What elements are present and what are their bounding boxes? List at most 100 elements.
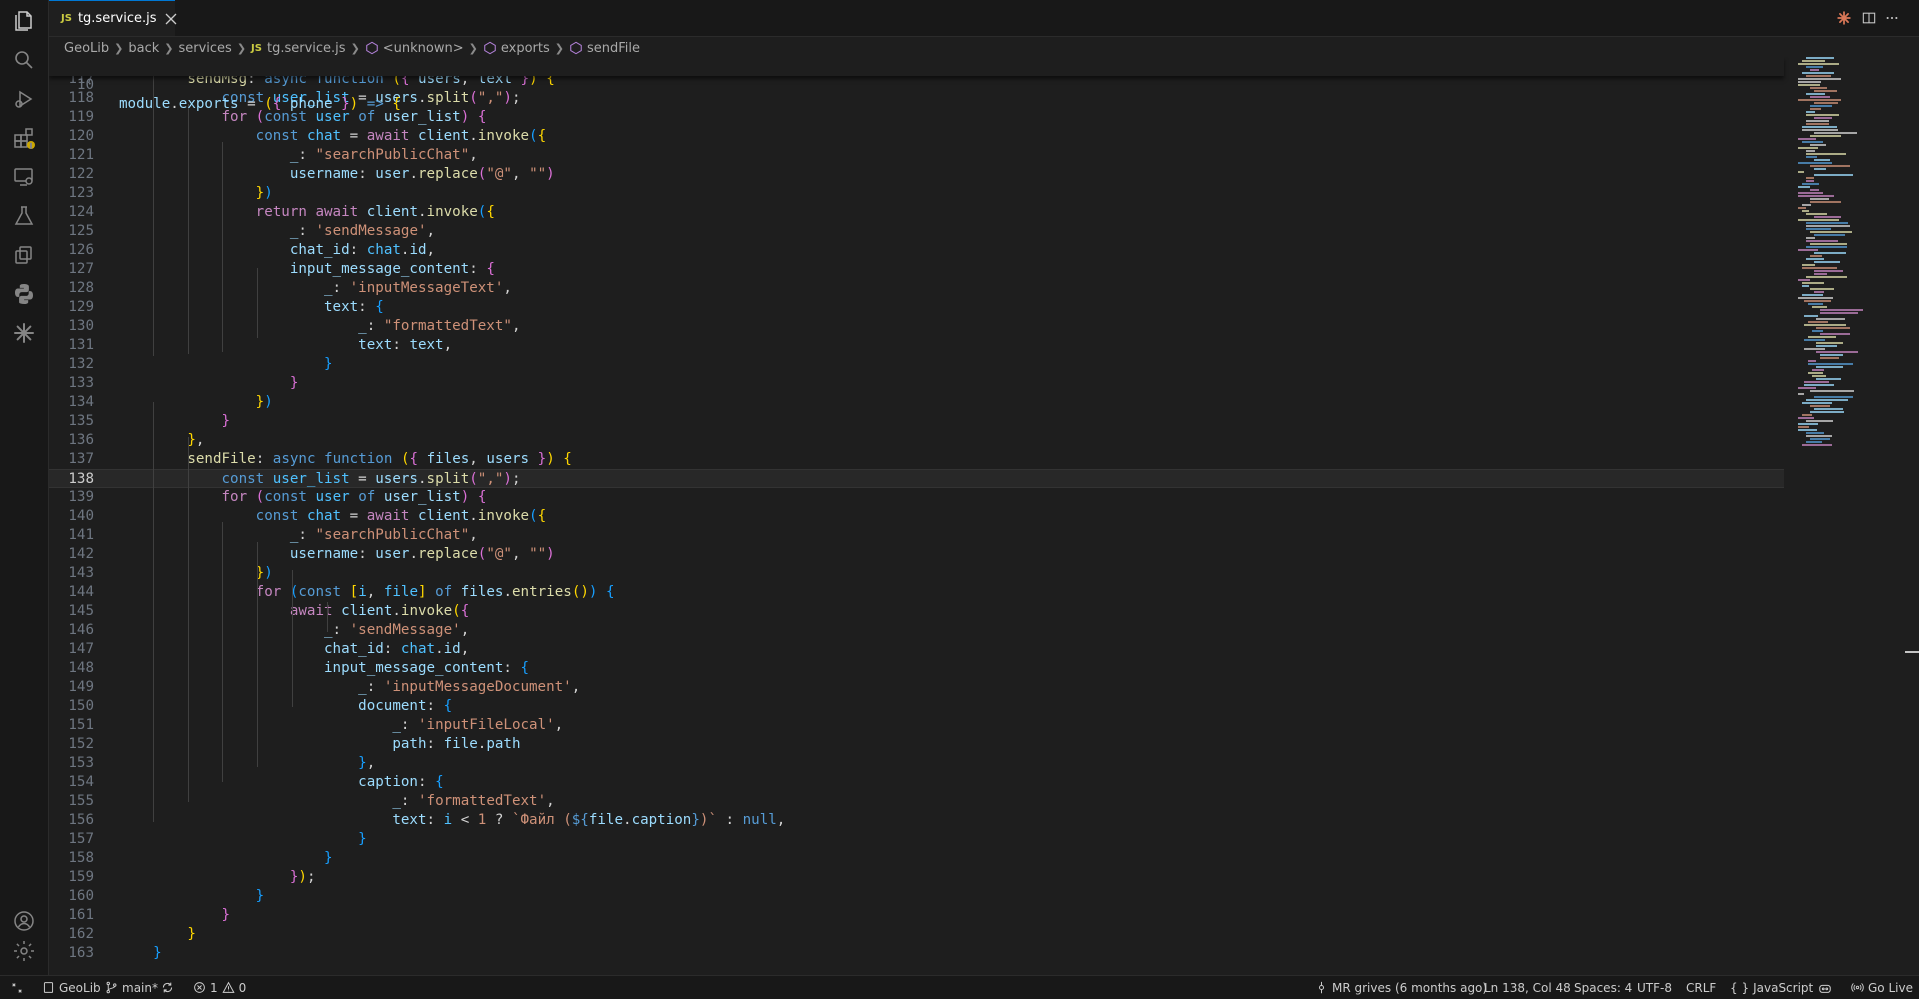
account-icon[interactable] [8,905,40,937]
settings-icon[interactable] [8,935,40,967]
indentation[interactable]: Spaces: 4 [1574,976,1632,999]
minimap-line [1804,384,1834,386]
minimap-line [1798,147,1818,149]
sync-button[interactable] [161,976,178,999]
encoding[interactable]: UTF-8 [1637,976,1672,999]
code-line[interactable]: 143 }) [49,564,1784,583]
activity-bar: ! [0,0,49,975]
code-line[interactable]: 137 sendFile: async function ({ files, u… [49,450,1784,469]
code-line[interactable]: 125 _: 'sendMessage', [49,222,1784,241]
minimap-line [1814,234,1845,236]
code-line[interactable]: 159 }); [49,868,1784,887]
remote-indicator[interactable] [10,976,28,999]
breadcrumb-item[interactable]: exports [501,41,550,56]
code-line[interactable]: 156 text: i < 1 ? `Файл (${file.caption}… [49,811,1784,830]
code-line[interactable]: 123 }) [49,184,1784,203]
minimap-line [1812,369,1824,371]
code-line-current[interactable]: 138 const user_list = users.split(","); [49,469,1784,488]
breadcrumb-item[interactable]: services [178,41,231,56]
code-line[interactable]: 131 text: text, [49,336,1784,355]
code-line[interactable]: 144 for (const [i, file] of files.entrie… [49,583,1784,602]
code-line[interactable]: 136 }, [49,431,1784,450]
claude-icon[interactable] [8,317,40,349]
branch-indicator[interactable]: main* [105,976,158,999]
split-editor-icon[interactable] [1860,9,1878,27]
minimap-line [1804,324,1846,326]
code-line[interactable]: 121 _: "searchPublicChat", [49,146,1784,165]
copilot-icon[interactable] [8,239,40,271]
code-line[interactable]: 140 const chat = await client.invoke({ [49,507,1784,526]
extensions-icon[interactable]: ! [8,122,40,154]
code-text: _: 'formattedText', [392,793,555,809]
code-line[interactable]: 129 text: { [49,298,1784,317]
code-line[interactable]: 155 _: 'formattedText', [49,792,1784,811]
minimap-line [1810,231,1852,233]
code-line[interactable]: 153 }, [49,754,1784,773]
code-line[interactable]: 130 _: "formattedText", [49,317,1784,336]
close-icon[interactable] [165,11,177,27]
code-line[interactable]: 145 await client.invoke({ [49,602,1784,621]
go-live-text: Go Live [1868,980,1913,995]
minimap-line [1802,204,1811,206]
workspace-indicator[interactable]: GeoLib [42,976,101,999]
language-mode[interactable]: { } JavaScript [1730,976,1813,999]
python-icon[interactable] [8,278,40,310]
breadcrumb-item[interactable]: <unknown> [383,41,464,56]
line-endings[interactable]: CRLF [1686,976,1716,999]
code-line[interactable]: 133 } [49,374,1784,393]
code-line[interactable]: 150 document: { [49,697,1784,716]
code-line[interactable]: 139 for (const user of user_list) { [49,488,1784,507]
breadcrumb-item[interactable]: back [128,41,159,56]
run-debug-icon[interactable] [8,83,40,115]
breadcrumb-item[interactable]: GeoLib [64,41,109,56]
search-icon[interactable] [8,44,40,76]
claude-icon[interactable] [1835,9,1853,27]
breadcrumb-item[interactable]: sendFile [587,41,640,56]
code-line[interactable]: 152 path: file.path [49,735,1784,754]
breadcrumb-item[interactable]: tg.service.js [267,41,346,56]
code-line[interactable]: 128 _: 'inputMessageText', [49,279,1784,298]
code-line[interactable]: 149 _: 'inputMessageDocument', [49,678,1784,697]
line-number: 162 [68,926,94,942]
code-line[interactable]: 142 username: user.replace("@", "") [49,545,1784,564]
code-line[interactable]: 126 chat_id: chat.id, [49,241,1784,260]
code-line[interactable]: 157 } [49,830,1784,849]
error-icon [194,982,205,993]
remote-explorer-icon[interactable] [8,161,40,193]
code-line[interactable]: 154 caption: { [49,773,1784,792]
git-blame[interactable]: MR grives (6 months ago) [1315,976,1487,999]
minimap-line [1810,69,1819,71]
code-line[interactable]: 124 return await client.invoke({ [49,203,1784,222]
problems-indicator[interactable]: 1 0 [193,976,246,999]
more-actions-icon[interactable] [1883,9,1901,27]
code-line[interactable]: 162 } [49,925,1784,944]
code-line[interactable]: 127 input_message_content: { [49,260,1784,279]
sticky-scroll-line[interactable]: 10 module.exports = ({ phone }) => { [49,57,1784,112]
vertical-scrollbar[interactable] [1905,57,1919,975]
code-line[interactable]: 158 } [49,849,1784,868]
code-line[interactable]: 147 chat_id: chat.id, [49,640,1784,659]
minimap[interactable] [1790,57,1890,457]
code-editor[interactable]: 10 module.exports = ({ phone }) => { 116… [49,57,1789,975]
copilot-status[interactable] [1818,976,1836,999]
code-line[interactable]: 160 } [49,887,1784,906]
code-line[interactable]: 151 _: 'inputFileLocal', [49,716,1784,735]
code-line[interactable]: 161 } [49,906,1784,925]
explorer-icon[interactable] [8,5,40,37]
code-line[interactable]: 141 _: "searchPublicChat", [49,526,1784,545]
code-line[interactable]: 135 } [49,412,1784,431]
minimap-line [1804,348,1825,350]
code-line[interactable]: 120 const chat = await client.invoke({ [49,127,1784,146]
code-line[interactable]: 163 } [49,944,1784,963]
code-line[interactable]: 148 input_message_content: { [49,659,1784,678]
minimap-line [1806,114,1839,116]
editor-tab[interactable]: JS tg.service.js [49,0,177,36]
cursor-position[interactable]: Ln 138, Col 48 [1484,976,1571,999]
code-line[interactable]: 122 username: user.replace("@", "") [49,165,1784,184]
copilot-icon [1819,984,1831,993]
code-line[interactable]: 146 _: 'sendMessage', [49,621,1784,640]
code-line[interactable]: 132 } [49,355,1784,374]
testing-icon[interactable] [8,200,40,232]
code-line[interactable]: 134 }) [49,393,1784,412]
go-live-button[interactable]: Go Live [1851,976,1913,999]
